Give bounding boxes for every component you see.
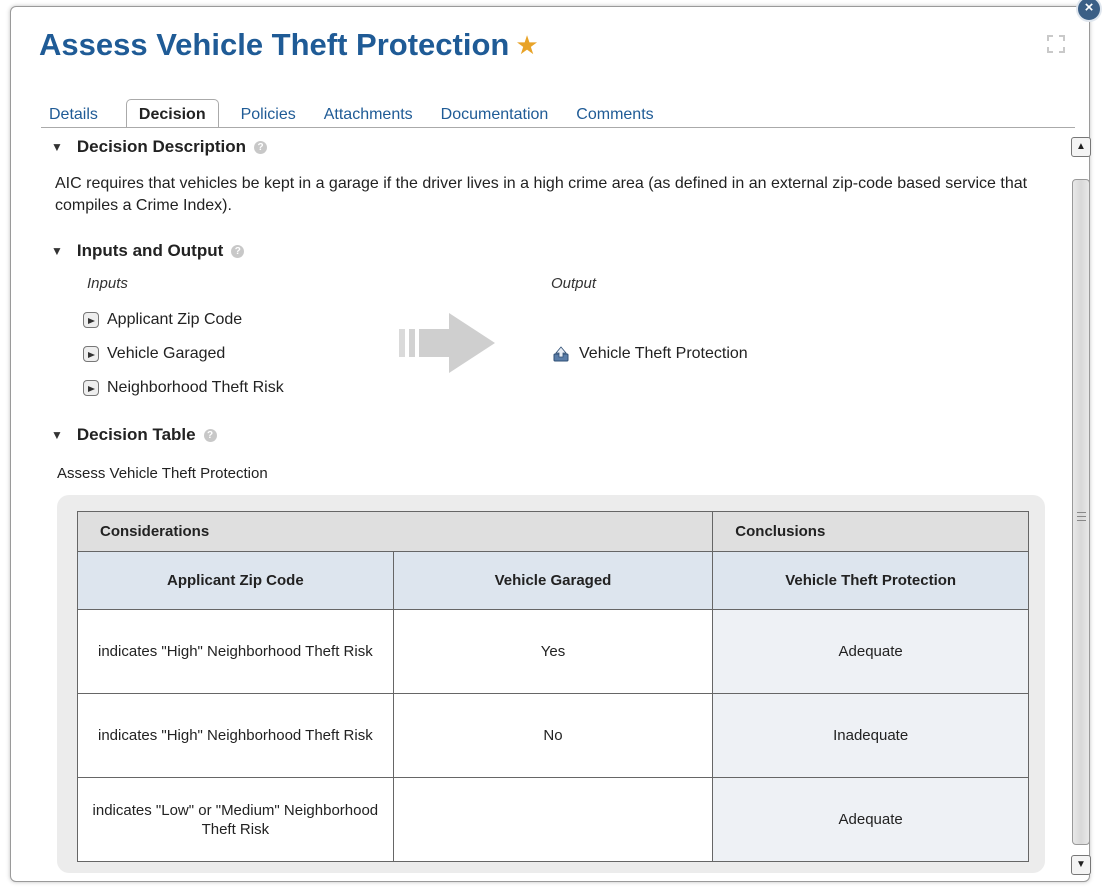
output-item[interactable]: Vehicle Theft Protection [553, 345, 748, 363]
collapse-triangle-icon[interactable]: ▼ [51, 244, 63, 258]
decision-content: ▼ Decision Description ? AIC requires th… [41, 129, 1071, 877]
decision-description-text: AIC requires that vehicles be kept in a … [55, 175, 1028, 214]
title-row: Assess Vehicle Theft Protection ★ [39, 27, 539, 63]
column-header: Vehicle Garaged [392, 551, 714, 610]
section-heading: Decision Description [76, 137, 246, 156]
output-upload-icon [553, 346, 569, 362]
section-heading: Decision Table [76, 425, 196, 444]
conclusions-header: Conclusions [712, 511, 1029, 552]
flow-arrow-icon [399, 313, 495, 373]
input-arrow-icon [83, 346, 99, 362]
table-row: indicates "Low" or "Medium" Neighborhood… [77, 777, 1029, 862]
close-button[interactable]: × [1076, 0, 1102, 22]
tab-documentation[interactable]: Documentation [441, 100, 549, 127]
favorite-star-icon[interactable]: ★ [515, 30, 538, 61]
scroll-down-button[interactable]: ▼ [1071, 855, 1091, 875]
output-label-text: Vehicle Theft Protection [579, 345, 748, 362]
vertical-scrollbar[interactable]: ▲ ▼ [1071, 137, 1093, 877]
column-header: Applicant Zip Code [77, 551, 394, 610]
decision-dialog: Assess Vehicle Theft Protection ★ Detail… [10, 6, 1093, 882]
collapse-triangle-icon[interactable]: ▼ [51, 140, 63, 154]
table-row: indicates "High" Neighborhood Theft Risk… [77, 609, 1029, 694]
considerations-header: Considerations [76, 511, 714, 552]
input-arrow-icon [83, 380, 99, 396]
section-decision-table[interactable]: ▼ Decision Table ? [51, 425, 217, 445]
tab-bar: Details Decision Policies Attachments Do… [49, 95, 682, 128]
input-item[interactable]: Applicant Zip Code [83, 311, 242, 329]
tab-policies[interactable]: Policies [241, 100, 296, 127]
table-cell [392, 777, 714, 862]
tab-attachments[interactable]: Attachments [324, 100, 413, 127]
decision-table: Considerations Conclusions Applicant Zip… [76, 511, 1029, 862]
help-icon[interactable]: ? [203, 428, 217, 442]
table-row: indicates "High" Neighborhood Theft Risk… [77, 693, 1029, 778]
table-cell: Adequate [712, 609, 1029, 694]
table-cell: indicates "Low" or "Medium" Neighborhood… [77, 777, 394, 862]
input-label: Vehicle Garaged [107, 345, 226, 362]
help-icon[interactable]: ? [254, 140, 267, 154]
input-label: Applicant Zip Code [107, 311, 243, 328]
input-item[interactable]: Neighborhood Theft Risk [83, 379, 284, 397]
tab-comments[interactable]: Comments [576, 100, 653, 127]
collapse-triangle-icon[interactable]: ▼ [51, 428, 63, 442]
page-title: Assess Vehicle Theft Protection [39, 27, 510, 62]
section-heading: Inputs and Output [76, 241, 224, 260]
expand-icon[interactable] [1047, 35, 1065, 53]
table-cell: indicates "High" Neighborhood Theft Risk [77, 609, 394, 694]
decision-table-caption: Assess Vehicle Theft Protection [57, 465, 268, 482]
table-cell: Inadequate [712, 693, 1029, 778]
grip-icon [1077, 512, 1086, 521]
tab-details[interactable]: Details [49, 100, 98, 127]
input-arrow-icon [83, 312, 99, 328]
tab-divider [41, 127, 1075, 128]
inputs-label: Inputs [87, 275, 128, 292]
table-cell: indicates "High" Neighborhood Theft Risk [77, 693, 394, 778]
tab-decision[interactable]: Decision [125, 99, 219, 128]
input-item[interactable]: Vehicle Garaged [83, 345, 225, 363]
table-cell: Yes [392, 609, 714, 694]
scroll-up-button[interactable]: ▲ [1071, 137, 1091, 157]
table-cell: Adequate [712, 777, 1029, 862]
decision-table-container: Considerations Conclusions Applicant Zip… [57, 495, 1045, 873]
scroll-thumb[interactable] [1072, 179, 1090, 845]
help-icon[interactable]: ? [231, 244, 245, 258]
output-label: Output [551, 275, 597, 292]
section-inputs-output[interactable]: ▼ Inputs and Output ? [51, 241, 245, 261]
section-decision-description[interactable]: ▼ Decision Description ? [51, 137, 267, 157]
input-label: Neighborhood Theft Risk [107, 379, 284, 396]
column-header: Vehicle Theft Protection [712, 551, 1029, 610]
table-cell: No [392, 693, 714, 778]
